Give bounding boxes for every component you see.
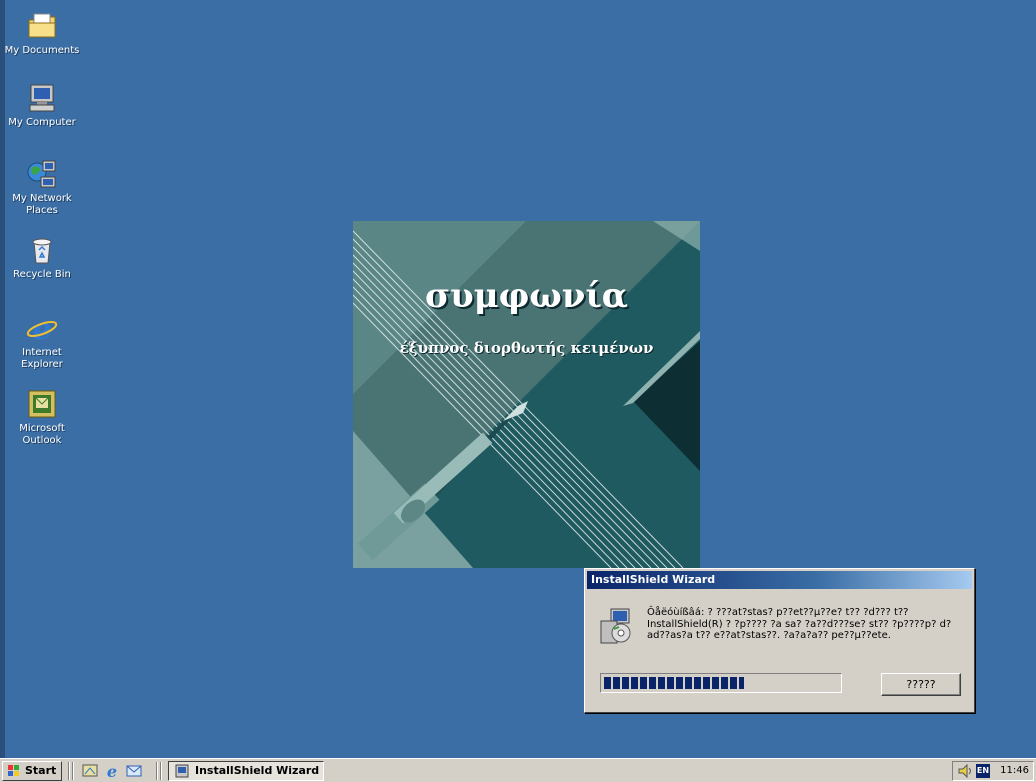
desktop-icon-label: Recycle Bin	[13, 269, 71, 280]
desktop-icon-my-network-places[interactable]: My Network Places	[2, 158, 82, 217]
svg-text:e: e	[32, 312, 51, 344]
dialog-message: Ôåëóùíßâá: ? ???at?stas? p??et??µ??e? t?…	[647, 607, 952, 641]
installshield-dialog: InstallShield Wizard Ôåëóùíßâá: ? ???at?…	[584, 568, 975, 713]
desktop-icon-recycle-bin[interactable]: Recycle Bin	[2, 234, 82, 281]
volume-icon[interactable]	[957, 764, 973, 778]
taskbar: Start e InstallShield Wizard EN 11:46	[0, 758, 1036, 782]
outlook-icon	[26, 388, 58, 420]
cancel-button[interactable]: ?????	[881, 673, 961, 696]
taskbar-separator	[160, 762, 162, 780]
splash-subtitle: έξυπνος διορθωτής κειμένων	[399, 339, 654, 357]
internet-explorer-icon: e	[26, 312, 58, 347]
desktop-icon-label: My Computer	[8, 117, 76, 128]
taskbar-separator	[72, 762, 74, 780]
outlook-express-quicklaunch-icon[interactable]	[126, 763, 142, 779]
desktop-icon-label: My Network Places	[12, 193, 72, 216]
windows-logo-icon	[8, 765, 19, 776]
installer-small-icon	[175, 764, 189, 778]
internet-explorer-quicklaunch-icon[interactable]: e	[104, 763, 120, 779]
splash-screen: συμφωνία έξυπνος διορθωτής κειμένων	[353, 221, 700, 568]
install-progress-bar	[600, 673, 842, 693]
svg-text:e: e	[107, 763, 117, 779]
taskbar-separator	[156, 762, 158, 780]
show-desktop-icon[interactable]	[82, 763, 98, 779]
language-indicator[interactable]: EN	[976, 764, 990, 778]
clock: 11:46	[1000, 765, 1029, 776]
taskbar-item-installshield[interactable]: InstallShield Wizard	[168, 761, 324, 781]
system-tray: EN 11:46	[952, 761, 1034, 781]
dialog-titlebar[interactable]: InstallShield Wizard	[587, 571, 972, 589]
desktop-icon-my-computer[interactable]: My Computer	[2, 82, 82, 129]
start-button[interactable]: Start	[2, 761, 62, 781]
folder-icon	[26, 10, 58, 42]
taskbar-item-label: InstallShield Wizard	[195, 764, 320, 777]
taskbar-separator	[68, 762, 70, 780]
recycle-bin-icon	[26, 234, 58, 266]
progress-fill	[604, 677, 744, 689]
desktop-icon-microsoft-outlook[interactable]: Microsoft Outlook	[2, 388, 82, 447]
desktop-icon-my-documents[interactable]: My Documents	[2, 10, 82, 57]
desktop-icon-label: Microsoft Outlook	[19, 423, 65, 446]
start-label: Start	[25, 764, 57, 777]
desktop-icon-internet-explorer[interactable]: e Internet Explorer	[2, 312, 82, 371]
desktop-icon-label: My Documents	[4, 45, 80, 56]
desktop-icon-label: Internet Explorer	[21, 347, 63, 370]
computer-icon	[26, 82, 58, 114]
installer-icon	[599, 607, 633, 645]
network-icon	[26, 158, 58, 190]
splash-title: συμφωνία	[425, 276, 628, 316]
splash-background	[353, 221, 700, 568]
